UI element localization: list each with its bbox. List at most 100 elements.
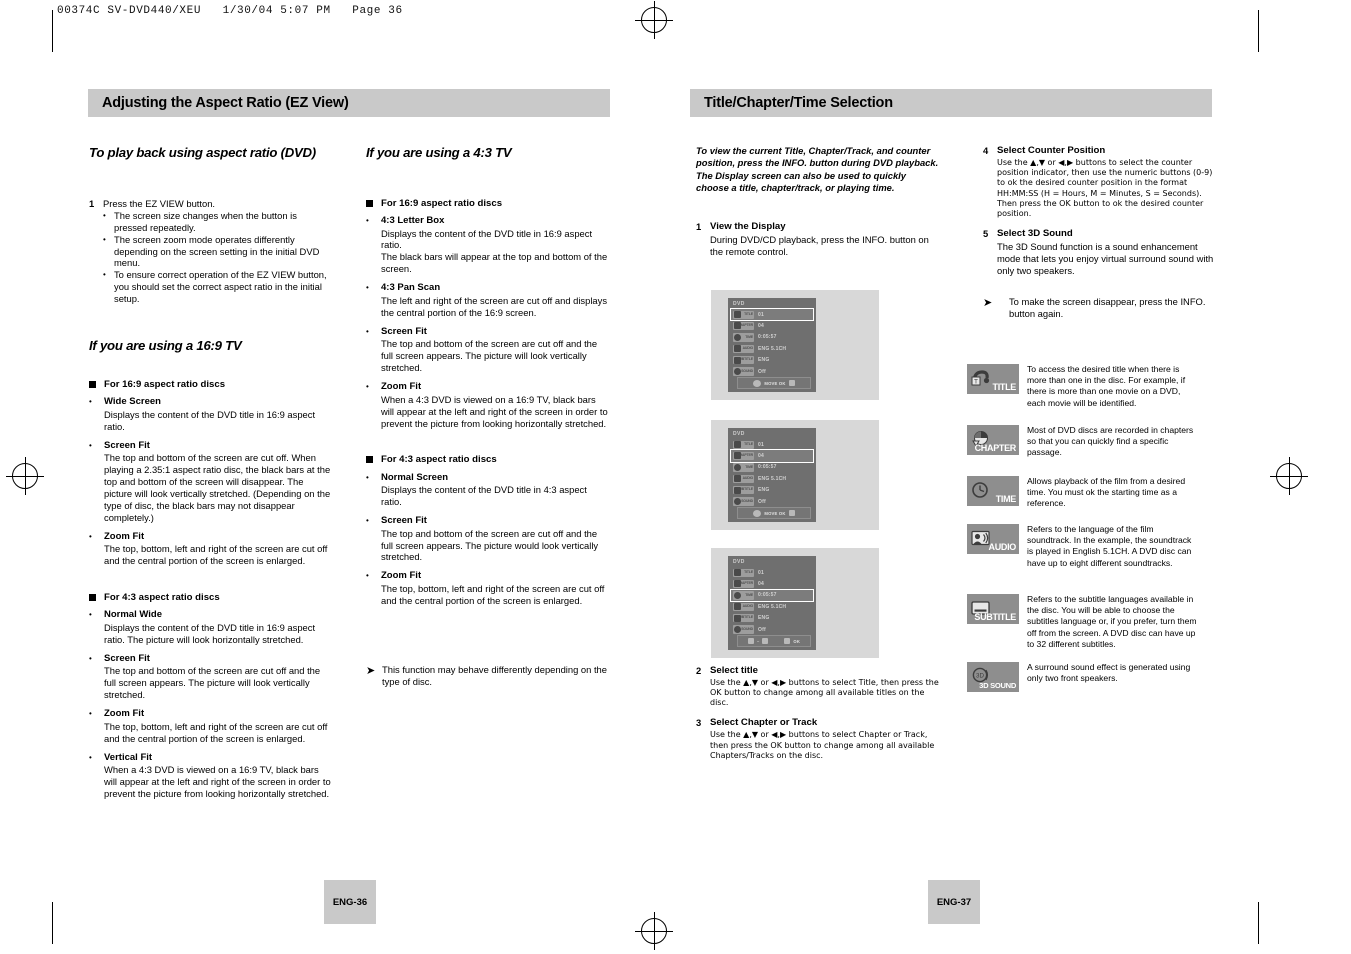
time-icon-glyph [972,482,988,498]
definition-term: Screen Fit [381,325,427,337]
title-icon: TITLE [733,310,754,319]
square-bullet-icon [89,380,96,388]
step-text: Use the ▲,▼ or ◀,▶ buttons to select Tit… [710,677,939,708]
left-page-title: Adjusting the Aspect Ratio (EZ View) [102,95,349,111]
definition-desc: The top, bottom, left and right of the s… [381,582,605,606]
step-title: Select title [710,664,758,676]
osd-row-list: TITLE 01 CHAPTER 04 TIME 0:05:57 AUDIO ENG 5… [730,439,814,507]
3d-sound-icon: 3D SOUND [733,497,754,506]
osd-row-3d-sound: 3D SOUND Off [731,496,813,507]
bullet-dot: • [366,326,369,336]
osd-row-time: TIME 0:05:57 [730,588,814,603]
step-select-title: 2 Select title Use the ▲,▼ or ◀,▶ button… [696,665,941,709]
definition-term: Vertical Fit [104,751,153,763]
ez-view-bullet-list: • The screen size changes when the button… [103,210,331,306]
note-info-button: ➤ To make the screen disappear, press th… [983,296,1215,320]
bullet-dot: • [366,472,369,482]
osd-row-list: TITLE 01 CHAPTER 04 TIME 0:05:57 AUDIO ENG 5… [730,307,814,377]
icon-label: TIME [995,494,1017,504]
step-text: During DVD/CD playback, press the INFO. … [710,233,929,257]
osd-value: 04 [758,323,764,330]
crop-mark-left-bottom [52,902,53,944]
glossary-text: To access the desired title when there i… [1027,364,1186,408]
left-column-two: If you are using a 4:3 TV For 16:9 aspec… [366,145,609,688]
ok-key-icon [784,638,791,644]
definition-desc: Displays the content of the DVD title in… [104,621,316,645]
3d-sound-icon: 3D SOUND [733,367,754,376]
numeric-dash: ~ [756,638,760,644]
osd-value: ENG 5.1CH [758,475,787,482]
bullet-dot: • [89,397,92,407]
step-select-counter-position: 4 Select Counter Position Use the ▲,▼ or… [983,145,1215,219]
icon-label: SUBTITLE [974,612,1016,622]
definition-desc: Displays the content of the DVD title in… [381,484,587,508]
list-item: • Zoom Fit The top, bottom, left and rig… [366,570,609,606]
osd-row-3d-sound: 3D SOUND Off [731,624,813,635]
bullet-dot: • [366,215,369,225]
bullet-text: To ensure correct operation of the EZ VI… [114,269,327,305]
osd-value: ENG [758,487,770,494]
osd-screenshot-time-highlighted: DVD TITLE 01 CHAPTER 04 TIME 0:05:57 AUDIO E… [711,548,879,658]
audio-icon: AUDIO [967,524,1019,554]
osd-row-subtitle: SUBTITLE ENG [731,485,813,496]
osd-footer: MOVE OK [737,507,811,519]
list-item: • Normal Screen Displays the content of … [366,472,609,508]
registration-mark-right [1270,457,1308,495]
chapter-icon: CHAPTER [733,579,754,589]
osd-disc-label: DVD [733,301,745,307]
osd-row-chapter: CHAPTER 04 [731,578,813,589]
definition-term: Zoom Fit [104,530,145,542]
list-item: • Zoom Fit When a 4:3 DVD is viewed on a… [366,381,609,429]
definition-desc: The top, bottom, left and right of the s… [104,720,328,744]
numeric-key-icon [747,638,754,644]
osd-row-time: TIME 0:05:57 [731,332,813,343]
note-text: To make the screen disappear, press the … [1009,296,1206,320]
step-text: The 3D Sound function is a sound enhance… [997,241,1214,277]
step-title: Select Chapter or Track [710,717,818,729]
group-head-label: For 16:9 aspect ratio discs [104,378,226,390]
bullet-dot: • [366,283,369,293]
bullet-dot: • [89,709,92,719]
list-item: • Zoom Fit The top, bottom, left and rig… [89,531,331,567]
glossary-text: Most of DVD discs are recorded in chapte… [1027,425,1194,458]
square-bullet-icon [89,594,96,602]
definition-desc: Displays the content of the DVD title in… [381,227,608,275]
definition-desc: Displays the content of the DVD title in… [104,408,316,432]
osd-row-chapter: CHAPTER 04 [731,320,813,331]
step-number: 5 [983,228,989,240]
osd-value: Off [758,498,766,505]
definition-desc: The top and bottom of the screen are cut… [104,452,331,523]
dpad-icon [753,509,762,517]
chapter-icon: CHAPTER [733,451,754,461]
definition-term: Screen Fit [381,515,427,527]
list-item: • The screen zoom mode operates different… [103,234,331,270]
group-head-169-discs: For 16:9 aspect ratio discs [89,379,331,391]
left-page-footer: ENG-36 [324,880,376,924]
bullet-dot: • [366,382,369,392]
definition-term: Normal Screen [381,471,449,483]
3d-sound-icon: 3D SOUND [733,625,754,634]
glossary-row-title: T TITLE To access the desired title when… [967,364,1199,409]
osd-footer-text: MOVE OK [764,380,786,386]
definition-list-169: • Wide Screen Displays the content of th… [89,396,331,567]
left-page-banner: Adjusting the Aspect Ratio (EZ View) [88,89,610,117]
step-text: Use the ▲,▼ or ◀,▶ buttons to select the… [997,158,1213,218]
definition-desc: The top, bottom, left and right of the s… [104,543,328,567]
definition-desc: The left and right of the screen are cut… [381,294,608,318]
subtitle-icon: SUBTITLE [733,356,754,365]
definition-desc: The top and bottom of the screen are cut… [381,338,598,374]
crop-mark-right [1258,10,1259,52]
definition-desc: When a 4:3 DVD is viewed on a 16:9 TV, b… [104,764,331,800]
definition-desc: The top and bottom of the screen are cut… [381,527,599,563]
osd-row-title: TITLE 01 [731,439,813,450]
glossary-text: Refers to the subtitle languages availab… [1027,594,1197,649]
title-icon: TITLE [733,568,754,577]
step-title: View the Display [710,220,786,232]
audio-icon: AUDIO [733,602,754,612]
osd-value: Off [758,368,766,375]
group-head-label: For 16:9 aspect ratio discs [381,197,503,209]
svg-text:3D: 3D [976,673,984,680]
list-item: • The screen size changes when the button… [103,210,331,234]
subtitle-icon: SUBTITLE [967,594,1019,624]
list-item: • Wide Screen Displays the content of th… [89,396,331,432]
